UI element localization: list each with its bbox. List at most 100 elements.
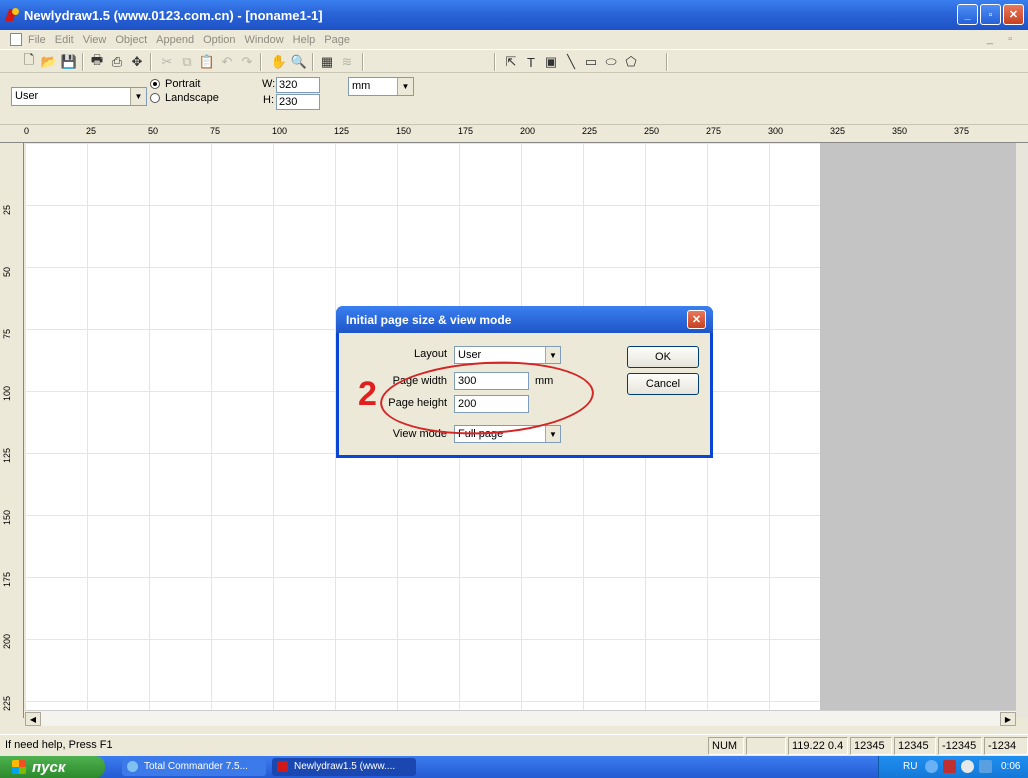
cancel-button[interactable]: Cancel (627, 373, 699, 395)
maximize-button[interactable]: ▫ (980, 4, 1001, 25)
open-folder-icon[interactable]: 📂 (40, 53, 58, 71)
move-icon[interactable]: ✥ (128, 53, 146, 71)
unit-select[interactable]: mm ▼ (348, 77, 414, 96)
ruler-v-label: 125 (2, 447, 12, 463)
canvas-outside-area (820, 143, 1016, 718)
undo-icon[interactable]: ↶ (218, 53, 236, 71)
paste-icon[interactable]: 📋 (198, 53, 216, 71)
chevron-down-icon[interactable]: ▼ (130, 88, 146, 105)
select-pointer-icon[interactable]: ⇱ (502, 53, 520, 71)
toolbar-separator (82, 53, 84, 71)
taskbar: пуск Total Commander 7.5... Newlydraw1.5… (0, 756, 1028, 778)
page-layout-value: User (15, 90, 39, 102)
portrait-radio[interactable]: Portrait (150, 78, 200, 90)
menu-edit[interactable]: Edit (55, 34, 74, 46)
save-icon[interactable]: 💾 (60, 53, 78, 71)
vertical-scrollbar[interactable] (1016, 143, 1028, 718)
unit-value: mm (352, 80, 371, 92)
chevron-down-icon[interactable]: ▼ (545, 426, 560, 442)
window-titlebar[interactable]: Newlydraw1.5 (www.0123.com.cn) - [noname… (0, 0, 1028, 30)
line-tool-icon[interactable]: ╲ (562, 53, 580, 71)
toolbar-separator (494, 53, 496, 71)
ruler-h-label: 100 (272, 126, 288, 136)
horizontal-ruler: 0 25 50 75 100 125 150 175 200 225 250 275 300 325 350… (0, 125, 1028, 143)
ok-button[interactable]: OK (627, 346, 699, 368)
menu-window[interactable]: Window (245, 34, 284, 46)
new-file-icon[interactable]: 🗋 (20, 52, 38, 71)
toolbar-separator (666, 53, 668, 71)
radio-icon[interactable] (150, 93, 160, 103)
menu-page[interactable]: Page (324, 34, 350, 46)
scroll-right-icon[interactable]: ▶ (1000, 712, 1016, 726)
dialog-close-button[interactable]: ✕ (687, 310, 706, 329)
redo-icon[interactable]: ↷ (238, 53, 256, 71)
ruler-v-label: 150 (2, 509, 12, 525)
horizontal-scrollbar[interactable]: ◀ ▶ (25, 710, 1016, 726)
tray-monitor-icon[interactable] (979, 760, 992, 773)
hand-pan-icon[interactable]: ✋ (270, 53, 288, 71)
height-input[interactable]: 230 (276, 94, 320, 110)
color-palette-icon[interactable]: ▦ (318, 53, 336, 71)
ruler-h-label: 350 (892, 126, 908, 136)
width-input[interactable]: 320 (276, 77, 320, 93)
image-tool-icon[interactable]: ▣ (542, 53, 560, 71)
ruler-h-label: 75 (210, 126, 221, 136)
status-coordinates: 119.22 0.4 (788, 737, 848, 755)
status-coord-x: 119.22 (792, 740, 825, 752)
ruler-h-label: 225 (582, 126, 598, 136)
radio-icon[interactable] (150, 79, 160, 89)
copy-icon[interactable]: ⧉ (178, 53, 196, 71)
system-tray: RU 0:06 (878, 756, 1028, 778)
mdi-controls-icon[interactable]: _ ▫ (987, 33, 1018, 45)
chevron-down-icon[interactable]: ▼ (397, 78, 413, 95)
chevron-down-icon[interactable]: ▼ (545, 347, 560, 363)
ruler-h-label: 125 (334, 126, 350, 136)
dialog-title: Initial page size & view mode (346, 313, 512, 327)
layout-label: Layout (413, 348, 447, 360)
height-label: H: (263, 94, 274, 106)
ruler-v-label: 100 (2, 385, 12, 401)
page-layout-select[interactable]: User ▼ (11, 87, 147, 106)
ruler-h-label: 325 (830, 126, 846, 136)
scroll-left-icon[interactable]: ◀ (25, 712, 41, 726)
toolbar-separator (362, 53, 364, 71)
tray-disk-icon[interactable] (961, 760, 974, 773)
cut-icon[interactable]: ✂ (158, 53, 176, 71)
dialog-titlebar[interactable]: Initial page size & view mode (336, 306, 713, 333)
menu-file[interactable]: File (28, 34, 46, 46)
menu-append[interactable]: Append (156, 34, 194, 46)
menu-object[interactable]: Object (115, 34, 147, 46)
polygon-tool-icon[interactable]: ⬠ (622, 53, 640, 71)
menu-view[interactable]: View (83, 34, 107, 46)
text-tool-icon[interactable]: T (522, 53, 540, 71)
task-newlydraw[interactable]: Newlydraw1.5 (www.... (272, 758, 416, 776)
start-button[interactable]: пуск (0, 756, 105, 778)
language-indicator[interactable]: RU (903, 761, 917, 772)
minimize-button[interactable]: _ (957, 4, 978, 25)
tray-network-icon[interactable] (925, 760, 938, 773)
status-field-1: 12345 (850, 737, 892, 755)
ruler-h-label: 25 (86, 126, 97, 136)
task-total-commander[interactable]: Total Commander 7.5... (122, 758, 266, 776)
close-button[interactable]: ✕ (1003, 4, 1024, 25)
status-field-2: 12345 (894, 737, 936, 755)
landscape-radio[interactable]: Landscape (150, 92, 219, 104)
ruler-h-label: 250 (644, 126, 660, 136)
menu-option[interactable]: Option (203, 34, 235, 46)
print-icon[interactable]: 🖶 (88, 52, 106, 71)
effects-icon[interactable]: ≋ (338, 53, 356, 71)
menu-help[interactable]: Help (293, 34, 316, 46)
ruler-h-label: 300 (768, 126, 784, 136)
windows-flag-icon (12, 760, 26, 774)
ellipse-tool-icon[interactable]: ⬭ (602, 53, 620, 71)
ruler-v-label: 175 (2, 571, 12, 587)
ruler-h-label: 275 (706, 126, 722, 136)
rectangle-tool-icon[interactable]: ▭ (582, 53, 600, 71)
print-preview-icon[interactable]: ⎙ (108, 53, 126, 71)
annotation-step-number: 2 (358, 375, 377, 413)
zoom-icon[interactable]: 🔍 (290, 53, 308, 71)
tray-app-icon[interactable] (943, 760, 956, 773)
toolbar-separator (312, 53, 314, 71)
ruler-h-label: 200 (520, 126, 536, 136)
portrait-label: Portrait (165, 78, 201, 90)
